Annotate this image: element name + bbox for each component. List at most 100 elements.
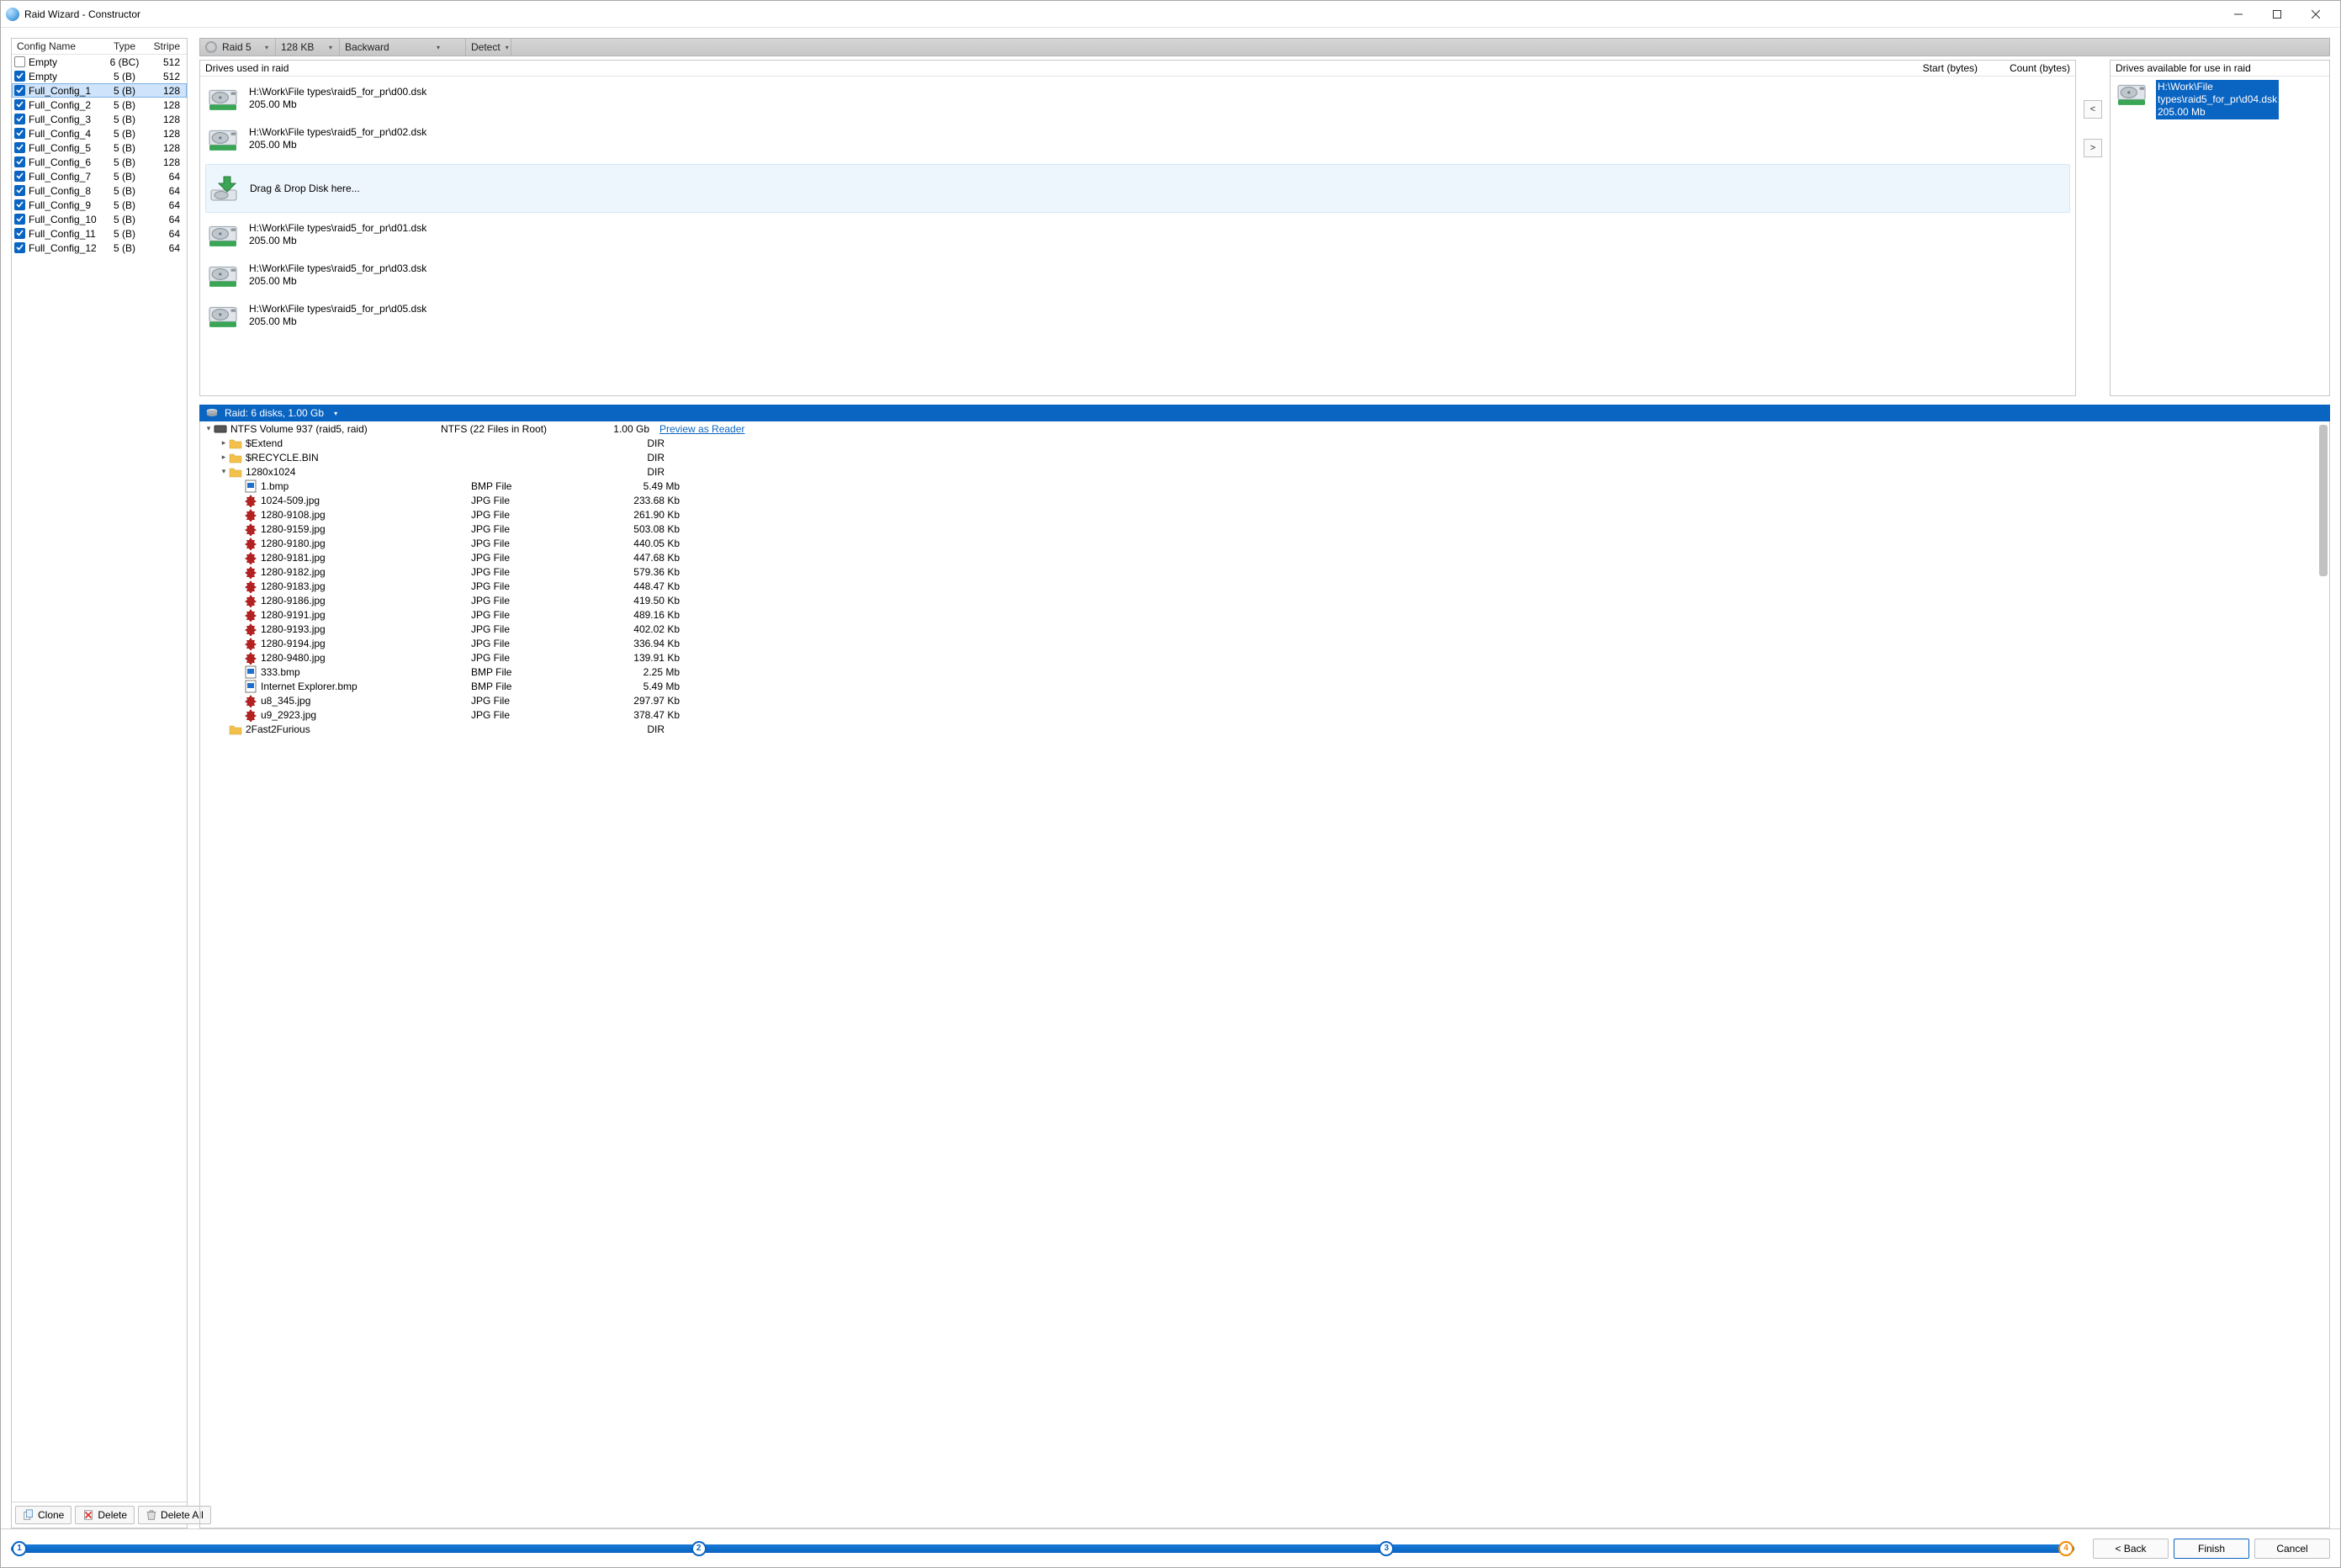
direction-dropdown[interactable]: Backward ▾ bbox=[340, 39, 466, 56]
drive-available-item[interactable]: H:\Work\Filetypes\raid5_for_pr\d04.dsk20… bbox=[2116, 80, 2324, 119]
config-row[interactable]: Empty 6 (BC) 512 bbox=[12, 55, 187, 69]
minimize-button[interactable] bbox=[2219, 2, 2258, 27]
config-row[interactable]: Full_Config_2 5 (B) 128 bbox=[12, 98, 187, 112]
config-row[interactable]: Full_Config_5 5 (B) 128 bbox=[12, 140, 187, 155]
file-row[interactable]: 2Fast2Furious DIR bbox=[200, 722, 2329, 736]
file-type: JPG File bbox=[471, 552, 606, 564]
file-type: JPG File bbox=[471, 652, 606, 664]
file-row[interactable]: 1024-509.jpg JPG File 233.68 Kb bbox=[200, 493, 2329, 507]
drive-used-item[interactable]: H:\Work\File types\raid5_for_pr\d05.dsk2… bbox=[205, 297, 2070, 337]
drive-size: 205.00 Mb bbox=[249, 235, 426, 247]
config-checkbox[interactable] bbox=[14, 56, 25, 67]
file-row[interactable]: 1280-9180.jpg JPG File 440.05 Kb bbox=[200, 536, 2329, 550]
file-row[interactable]: 1280-9194.jpg JPG File 336.94 Kb bbox=[200, 636, 2329, 650]
file-row[interactable]: 1280-9108.jpg JPG File 261.90 Kb bbox=[200, 507, 2329, 522]
move-left-button[interactable]: < bbox=[2084, 100, 2102, 119]
col-count-bytes[interactable]: Count (bytes) bbox=[1978, 62, 2070, 74]
scrollbar-thumb[interactable] bbox=[2319, 425, 2328, 576]
file-tree[interactable]: ▾ NTFS Volume 937 (raid5, raid) NTFS (22… bbox=[199, 421, 2330, 1528]
cancel-button[interactable]: Cancel bbox=[2254, 1539, 2330, 1559]
file-row[interactable]: u8_345.jpg JPG File 297.97 Kb bbox=[200, 693, 2329, 707]
drive-drop-target[interactable]: Drag & Drop Disk here... bbox=[205, 164, 2070, 213]
expand-toggle[interactable]: ▾ bbox=[204, 424, 214, 433]
file-row[interactable]: ▾ NTFS Volume 937 (raid5, raid) NTFS (22… bbox=[200, 421, 2329, 436]
config-row[interactable]: Full_Config_6 5 (B) 128 bbox=[12, 155, 187, 169]
config-row[interactable]: Full_Config_12 5 (B) 64 bbox=[12, 241, 187, 255]
config-row[interactable]: Full_Config_8 5 (B) 64 bbox=[12, 183, 187, 198]
config-type: 5 (B) bbox=[103, 185, 146, 197]
config-checkbox[interactable] bbox=[14, 99, 25, 110]
drives-available-body[interactable]: H:\Work\Filetypes\raid5_for_pr\d04.dsk20… bbox=[2111, 77, 2329, 395]
col-type[interactable]: Type bbox=[103, 40, 146, 52]
config-checkbox[interactable] bbox=[14, 242, 25, 253]
preview-link[interactable]: Preview as Reader bbox=[659, 423, 744, 435]
file-row[interactable]: 1280-9186.jpg JPG File 419.50 Kb bbox=[200, 593, 2329, 607]
file-row[interactable]: u9_2923.jpg JPG File 378.47 Kb bbox=[200, 707, 2329, 722]
file-size: 447.68 Kb bbox=[606, 552, 690, 564]
file-name: NTFS Volume 937 (raid5, raid) bbox=[230, 423, 441, 435]
config-row[interactable]: Full_Config_3 5 (B) 128 bbox=[12, 112, 187, 126]
file-row[interactable]: 1280-9480.jpg JPG File 139.91 Kb bbox=[200, 650, 2329, 665]
move-right-button[interactable]: > bbox=[2084, 139, 2102, 157]
config-row[interactable]: Full_Config_4 5 (B) 128 bbox=[12, 126, 187, 140]
finish-button[interactable]: Finish bbox=[2174, 1539, 2249, 1559]
file-row[interactable]: ▸ $Extend DIR bbox=[200, 436, 2329, 450]
config-checkbox[interactable] bbox=[14, 185, 25, 196]
file-row[interactable]: Internet Explorer.bmp BMP File 5.49 Mb bbox=[200, 679, 2329, 693]
config-stripe: 64 bbox=[146, 185, 187, 197]
drive-used-item[interactable]: H:\Work\File types\raid5_for_pr\d02.dsk2… bbox=[205, 120, 2070, 161]
file-row[interactable]: 1280-9191.jpg JPG File 489.16 Kb bbox=[200, 607, 2329, 622]
config-checkbox[interactable] bbox=[14, 114, 25, 124]
config-checkbox[interactable] bbox=[14, 156, 25, 167]
delete-button[interactable]: Delete bbox=[75, 1506, 135, 1524]
file-row[interactable]: 333.bmp BMP File 2.25 Mb bbox=[200, 665, 2329, 679]
config-checkbox[interactable] bbox=[14, 214, 25, 225]
close-button[interactable] bbox=[2296, 2, 2335, 27]
file-row[interactable]: 1.bmp BMP File 5.49 Mb bbox=[200, 479, 2329, 493]
config-name: Full_Config_7 bbox=[27, 171, 103, 183]
config-list-body[interactable]: Empty 6 (BC) 512 Empty 5 (B) 512 Full_Co… bbox=[12, 55, 187, 1502]
expand-toggle[interactable]: ▾ bbox=[219, 467, 229, 476]
clone-button[interactable]: Clone bbox=[15, 1506, 72, 1524]
expand-toggle[interactable]: ▸ bbox=[219, 438, 229, 448]
drive-used-item[interactable]: H:\Work\File types\raid5_for_pr\d03.dsk2… bbox=[205, 257, 2070, 297]
raid-result-dropdown[interactable]: Raid: 6 disks, 1.00 Gb ▾ bbox=[199, 405, 2330, 421]
config-checkbox[interactable] bbox=[14, 142, 25, 153]
file-row[interactable]: ▸ $RECYCLE.BIN DIR bbox=[200, 450, 2329, 464]
back-button[interactable]: < Back bbox=[2093, 1539, 2169, 1559]
col-stripe[interactable]: Stripe bbox=[146, 40, 187, 52]
config-checkbox[interactable] bbox=[14, 128, 25, 139]
file-type: JPG File bbox=[471, 495, 606, 506]
config-row[interactable]: Full_Config_7 5 (B) 64 bbox=[12, 169, 187, 183]
raid-type-dropdown[interactable]: Raid 5 ▾ bbox=[200, 39, 276, 56]
config-row[interactable]: Full_Config_10 5 (B) 64 bbox=[12, 212, 187, 226]
config-type: 5 (B) bbox=[103, 228, 146, 240]
drives-used-body[interactable]: H:\Work\File types\raid5_for_pr\d00.dsk2… bbox=[200, 77, 2075, 395]
delete-icon bbox=[82, 1509, 94, 1521]
detect-dropdown[interactable]: Detect▾ bbox=[466, 39, 511, 56]
stripe-size-dropdown[interactable]: 128 KB ▾ bbox=[276, 39, 340, 56]
file-row[interactable]: 1280-9182.jpg JPG File 579.36 Kb bbox=[200, 564, 2329, 579]
file-row[interactable]: 1280-9181.jpg JPG File 447.68 Kb bbox=[200, 550, 2329, 564]
config-checkbox[interactable] bbox=[14, 199, 25, 210]
drive-size: 205.00 Mb bbox=[249, 98, 426, 111]
expand-toggle[interactable]: ▸ bbox=[219, 453, 229, 462]
config-checkbox[interactable] bbox=[14, 171, 25, 182]
maximize-button[interactable] bbox=[2258, 2, 2296, 27]
config-checkbox[interactable] bbox=[14, 228, 25, 239]
config-row[interactable]: Full_Config_1 5 (B) 128 bbox=[12, 83, 187, 98]
config-checkbox[interactable] bbox=[14, 71, 25, 82]
file-row[interactable]: 1280-9183.jpg JPG File 448.47 Kb bbox=[200, 579, 2329, 593]
col-config-name[interactable]: Config Name bbox=[12, 40, 103, 52]
file-row[interactable]: 1280-9193.jpg JPG File 402.02 Kb bbox=[200, 622, 2329, 636]
config-row[interactable]: Empty 5 (B) 512 bbox=[12, 69, 187, 83]
drive-used-item[interactable]: H:\Work\File types\raid5_for_pr\d00.dsk2… bbox=[205, 80, 2070, 120]
drive-used-item[interactable]: H:\Work\File types\raid5_for_pr\d01.dsk2… bbox=[205, 216, 2070, 257]
config-row[interactable]: Full_Config_11 5 (B) 64 bbox=[12, 226, 187, 241]
col-start-bytes[interactable]: Start (bytes) bbox=[1893, 62, 1978, 74]
config-checkbox[interactable] bbox=[14, 85, 25, 96]
config-name: Full_Config_12 bbox=[27, 242, 103, 254]
file-row[interactable]: ▾ 1280x1024 DIR bbox=[200, 464, 2329, 479]
file-row[interactable]: 1280-9159.jpg JPG File 503.08 Kb bbox=[200, 522, 2329, 536]
config-row[interactable]: Full_Config_9 5 (B) 64 bbox=[12, 198, 187, 212]
